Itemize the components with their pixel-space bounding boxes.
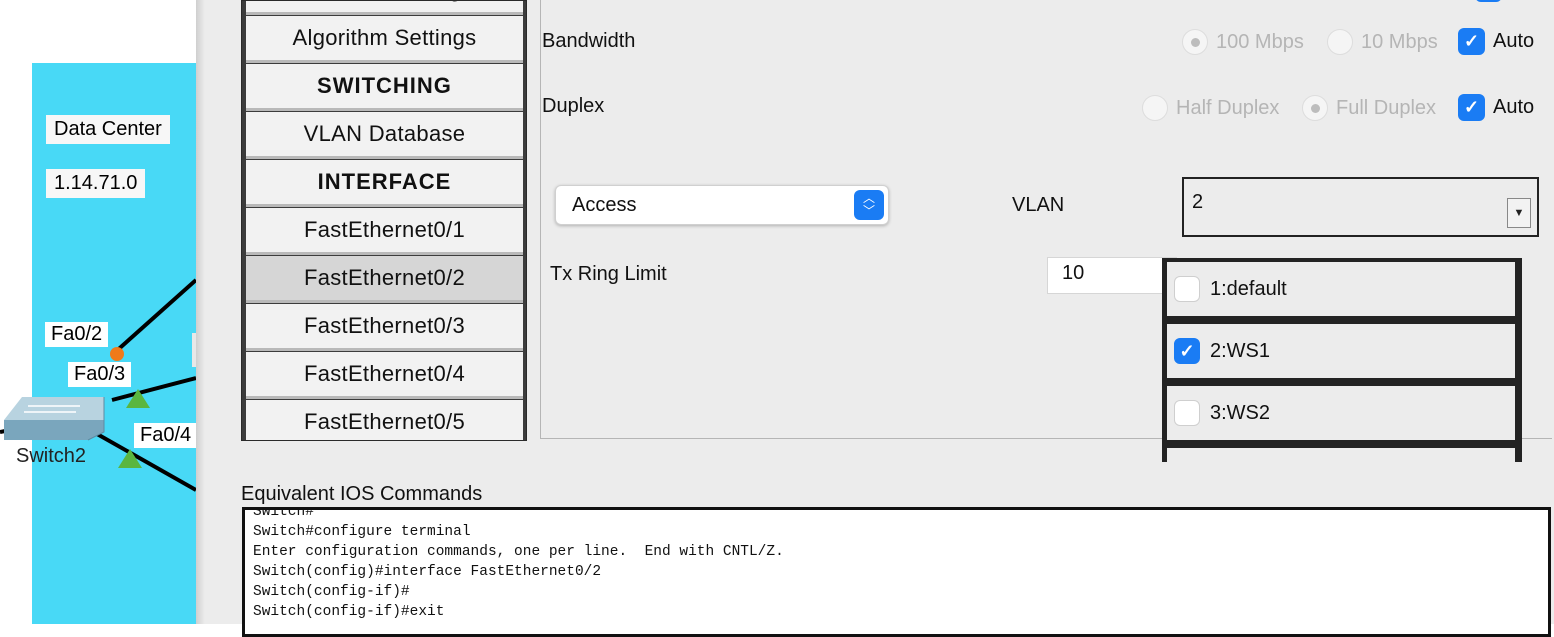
config-nav-list[interactable]: Interface Settings Algorithm Settings SW…: [241, 0, 527, 441]
vlan-label: VLAN: [1012, 194, 1065, 216]
nav-item-algorithm-settings[interactable]: Algorithm Settings: [246, 16, 523, 63]
topology-links: [0, 278, 196, 492]
port-status-warn-icon: [110, 347, 124, 361]
bandwidth-10-label: 10 Mbps: [1361, 30, 1438, 53]
check-icon[interactable]: ✓: [1458, 94, 1485, 121]
duplex-half-label: Half Duplex: [1176, 96, 1280, 119]
nav-header-switching: SWITCHING: [246, 64, 523, 111]
switch-icon[interactable]: [4, 397, 105, 441]
ios-line: Enter configuration commands, one per li…: [253, 544, 784, 560]
check-icon[interactable]: ✓: [1174, 338, 1200, 364]
bandwidth-auto-option[interactable]: ✓ Auto: [1458, 28, 1534, 55]
ios-line: Switch#: [253, 507, 314, 520]
duplex-half-option[interactable]: Half Duplex: [1142, 95, 1279, 121]
bandwidth-auto-label: Auto: [1493, 30, 1535, 52]
bandwidth-100-label: 100 Mbps: [1216, 30, 1304, 53]
checkbox-icon[interactable]: [1174, 276, 1200, 302]
ios-line: Switch(config-if)#exit: [253, 604, 445, 620]
ios-commands-text: Switch# Switch#configure terminal Enter …: [253, 507, 784, 622]
duplex-full-label: Full Duplex: [1336, 96, 1437, 119]
nav-item-fastethernet0-3[interactable]: FastEthernet0/3: [246, 304, 523, 351]
port-mode-value: Access: [572, 193, 637, 216]
device-name: Switch2: [16, 445, 87, 467]
ios-commands-console[interactable]: Switch# Switch#configure terminal Enter …: [242, 507, 1551, 637]
vlan-combobox[interactable]: 2 ▼: [1182, 177, 1539, 237]
port-label-fa0-2: Fa0/2: [45, 322, 109, 347]
vlan-option-label: 1:default: [1210, 277, 1287, 300]
vlan-option-label: 2:WS1: [1210, 339, 1271, 362]
vlan-option-partial[interactable]: [1167, 448, 1515, 462]
ios-commands-title: Equivalent IOS Commands: [241, 483, 483, 505]
radio-selected-icon[interactable]: [1182, 29, 1208, 55]
port-label-fa0-3: Fa0/3: [68, 362, 132, 387]
nav-header-interface: INTERFACE: [246, 160, 523, 207]
nav-item-fastethernet0-4[interactable]: FastEthernet0/4: [246, 352, 523, 399]
tx-ring-limit-input[interactable]: 10: [1047, 257, 1177, 294]
window-shadow: [196, 0, 218, 624]
port-label-fa0-4: Fa0/4: [134, 423, 198, 448]
radio-selected-icon[interactable]: [1302, 95, 1328, 121]
duplex-auto-option[interactable]: ✓ Auto: [1458, 94, 1534, 121]
nav-item-interface-settings[interactable]: Interface Settings: [246, 1, 523, 15]
radio-icon[interactable]: [1327, 29, 1353, 55]
vlan-option-label: 3:WS2: [1210, 401, 1271, 424]
checkbox-icon[interactable]: [1174, 400, 1200, 426]
bandwidth-label: Bandwidth: [542, 30, 636, 52]
duplex-auto-label: Auto: [1493, 96, 1535, 118]
vlan-option-2[interactable]: ✓ 2:WS1: [1167, 324, 1515, 378]
vlan-dropdown-list[interactable]: 1:default ✓ 2:WS1 3:WS2: [1162, 258, 1522, 462]
duplex-label: Duplex: [542, 95, 605, 117]
vlan-option-3[interactable]: 3:WS2: [1167, 386, 1515, 440]
nav-item-fastethernet0-5[interactable]: FastEthernet0/5: [246, 400, 523, 440]
port-mode-select[interactable]: Access ︿ ﹀: [555, 185, 889, 225]
ios-line: Switch(config-if)#: [253, 584, 410, 600]
vlan-option-1[interactable]: 1:default: [1167, 262, 1515, 316]
nav-item-fastethernet0-2[interactable]: FastEthernet0/2: [246, 256, 523, 303]
ios-line: Switch#configure terminal: [253, 524, 471, 540]
bandwidth-10-option[interactable]: 10 Mbps: [1327, 29, 1438, 55]
updown-chevron-icon: ︿ ﹀: [854, 190, 884, 220]
check-icon[interactable]: ✓: [1458, 28, 1485, 55]
triangle-down-icon[interactable]: ▼: [1507, 198, 1531, 228]
network-label: 1.14.71.0: [46, 169, 146, 198]
cluster-label: Data Center: [46, 115, 170, 144]
vlan-value: 2: [1192, 191, 1204, 213]
tx-ring-limit-label: Tx Ring Limit: [550, 263, 667, 285]
nav-item-fastethernet0-1[interactable]: FastEthernet0/1: [246, 208, 523, 255]
radio-icon[interactable]: [1142, 95, 1168, 121]
link-fa0-2[interactable]: [110, 278, 196, 357]
nav-item-vlan-database[interactable]: VLAN Database: [246, 112, 523, 159]
bandwidth-100-option[interactable]: 100 Mbps: [1182, 29, 1304, 55]
ios-line: Switch(config)#interface FastEthernet0/2: [253, 564, 602, 580]
duplex-full-option[interactable]: Full Duplex: [1302, 95, 1436, 121]
